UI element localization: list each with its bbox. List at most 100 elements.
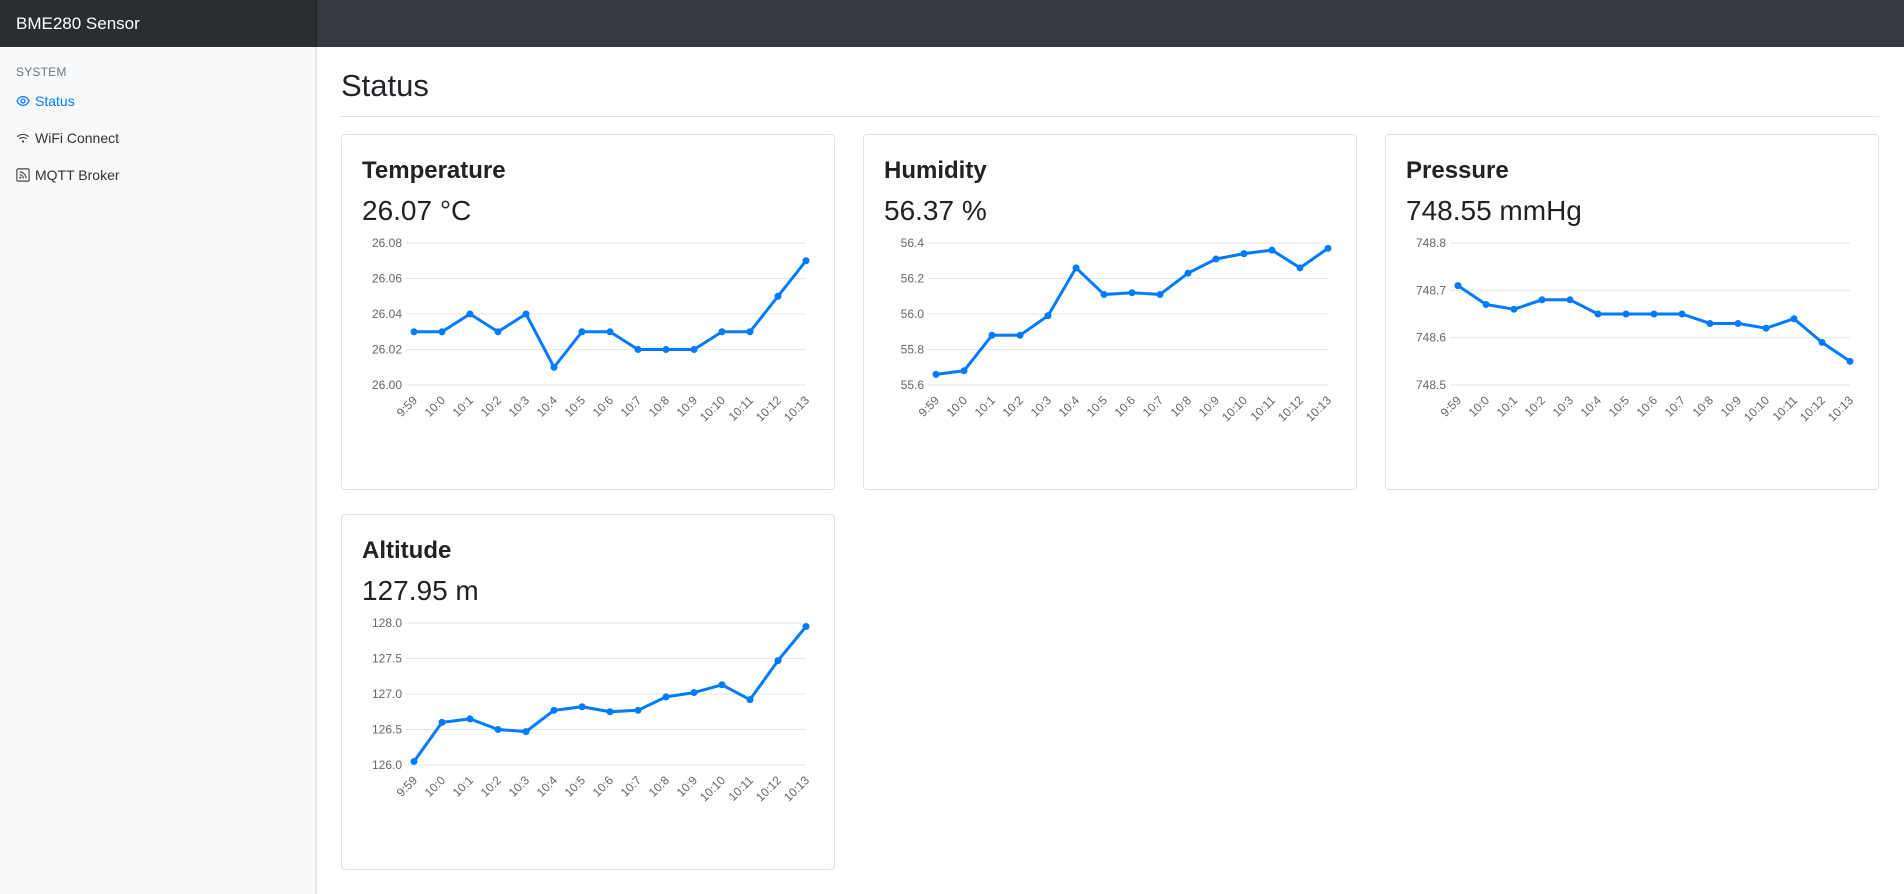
x-tick-label: 10:10 xyxy=(1219,393,1250,424)
x-tick-label: 10:0 xyxy=(1466,393,1493,420)
data-point xyxy=(550,363,558,371)
x-tick-label: 10:1 xyxy=(972,393,999,420)
card-value: 56.37 % xyxy=(884,195,987,226)
sidebar-item-status[interactable]: Status xyxy=(16,90,75,112)
data-point xyxy=(606,328,614,336)
data-point xyxy=(634,346,642,353)
x-tick-label: 10:9 xyxy=(1718,393,1745,420)
data-point xyxy=(606,708,614,716)
data-point xyxy=(1482,301,1490,309)
sidebar-item-mqtt-broker[interactable]: MQTT Broker xyxy=(16,164,120,186)
x-tick-label: 10:0 xyxy=(944,393,971,420)
data-point xyxy=(438,718,446,726)
page-title: Status xyxy=(341,68,429,103)
x-tick-label: 9:59 xyxy=(1438,393,1465,420)
data-point xyxy=(578,703,586,711)
y-tick-label: 55.6 xyxy=(901,378,925,392)
sidebar-item-wifi-connect[interactable]: WiFi Connect xyxy=(16,127,119,149)
sidebar: SYSTEM Status WiFi Connect MQTT Broker xyxy=(0,47,317,894)
data-point xyxy=(1650,310,1658,318)
data-point xyxy=(690,346,698,353)
data-point xyxy=(690,689,698,697)
data-point xyxy=(494,726,502,733)
x-tick-label: 10:4 xyxy=(534,773,561,800)
app-brand[interactable]: BME280 Sensor xyxy=(0,0,317,47)
y-tick-label: 748.8 xyxy=(1416,236,1446,250)
data-point xyxy=(634,706,642,714)
y-tick-label: 748.6 xyxy=(1416,331,1446,345)
data-point xyxy=(1762,324,1770,332)
data-point xyxy=(1240,250,1248,258)
humidity-chart: 56.4 56.2 56.0 55.8 55.69:59 10:0 10:1 10:2 10:3… xyxy=(901,236,1335,424)
card-value: 26.07 °C xyxy=(362,195,472,226)
x-tick-label: 10:7 xyxy=(1140,393,1167,420)
temperature-chart: 26.0826.0626.0426.0226.009:59 10:0 10:1 10:… xyxy=(372,236,812,424)
x-tick-label: 10:11 xyxy=(726,393,757,424)
x-tick-label: 10:0 xyxy=(422,773,449,800)
y-tick-label: 127.0 xyxy=(372,687,402,701)
data-point xyxy=(1566,296,1574,304)
sidebar-item-label: MQTT Broker xyxy=(35,167,120,183)
data-point xyxy=(466,715,474,723)
wifi-icon xyxy=(16,131,30,145)
series-line xyxy=(1457,284,1851,363)
data-point xyxy=(1622,310,1630,318)
data-point xyxy=(1044,312,1052,320)
x-tick-label: 10:2 xyxy=(478,393,505,420)
altitude-chart: 128.0127.5127.0126.5126.09:59 10:0 10:1 10:… xyxy=(372,616,812,804)
data-point xyxy=(1538,296,1546,304)
x-tick-label: 10:10 xyxy=(1741,393,1772,424)
humidity-card: Humidity 56.37 % 56.4 56.2 56.0 55.8 55.6 9:5… xyxy=(863,134,1357,490)
y-tick-label: 26.00 xyxy=(372,378,402,392)
sidebar-heading: SYSTEM xyxy=(16,65,67,79)
data-point xyxy=(802,623,810,631)
x-tick-label: 10:10 xyxy=(697,393,728,424)
y-tick-label: 126.0 xyxy=(372,758,402,772)
series-line xyxy=(935,247,1329,376)
data-point xyxy=(550,706,558,714)
data-point xyxy=(718,681,726,689)
data-point xyxy=(718,328,726,336)
data-point xyxy=(1818,338,1826,346)
x-tick-label: 10:7 xyxy=(618,773,645,800)
x-tick-label: 10:12 xyxy=(1797,393,1828,424)
data-point xyxy=(1156,290,1164,298)
x-tick-label: 10:5 xyxy=(562,393,589,420)
x-tick-label: 10:8 xyxy=(1690,393,1717,420)
x-tick-label: 10:9 xyxy=(1196,393,1223,420)
data-point xyxy=(662,693,670,701)
data-point xyxy=(438,328,446,336)
data-point xyxy=(662,346,670,353)
x-tick-label: 10:2 xyxy=(478,773,505,800)
title-divider xyxy=(341,116,1879,117)
x-tick-label: 10:9 xyxy=(674,393,701,420)
data-point xyxy=(1324,244,1332,252)
x-tick-label: 10:6 xyxy=(590,773,617,800)
y-tick-label: 56.0 xyxy=(901,307,925,321)
data-point xyxy=(1790,315,1798,323)
x-tick-label: 10:4 xyxy=(534,393,561,420)
data-point xyxy=(802,257,810,265)
x-tick-label: 10:11 xyxy=(726,773,757,804)
data-point xyxy=(522,728,530,736)
top-navbar: BME280 Sensor xyxy=(0,0,1904,47)
x-tick-label: 10:1 xyxy=(1494,393,1521,420)
x-tick-label: 10:3 xyxy=(506,773,533,800)
y-tick-label: 128.0 xyxy=(372,616,402,630)
data-point xyxy=(410,328,418,336)
y-tick-label: 127.5 xyxy=(372,652,402,666)
data-point xyxy=(1268,246,1276,254)
x-tick-label: 10:6 xyxy=(1112,393,1139,420)
card-title: Altitude xyxy=(362,537,452,564)
x-tick-label: 10:1 xyxy=(450,773,477,800)
card-value: 127.95 m xyxy=(362,575,479,606)
x-tick-label: 9:59 xyxy=(394,773,421,800)
y-tick-label: 126.5 xyxy=(372,723,402,737)
data-point xyxy=(960,367,968,375)
card-value: 748.55 mmHg xyxy=(1406,195,1582,226)
data-point xyxy=(1128,289,1136,297)
y-tick-label: 26.06 xyxy=(372,272,402,286)
data-point xyxy=(1296,264,1304,272)
x-tick-label: 10:5 xyxy=(1084,393,1111,420)
card-title: Temperature xyxy=(362,157,506,184)
